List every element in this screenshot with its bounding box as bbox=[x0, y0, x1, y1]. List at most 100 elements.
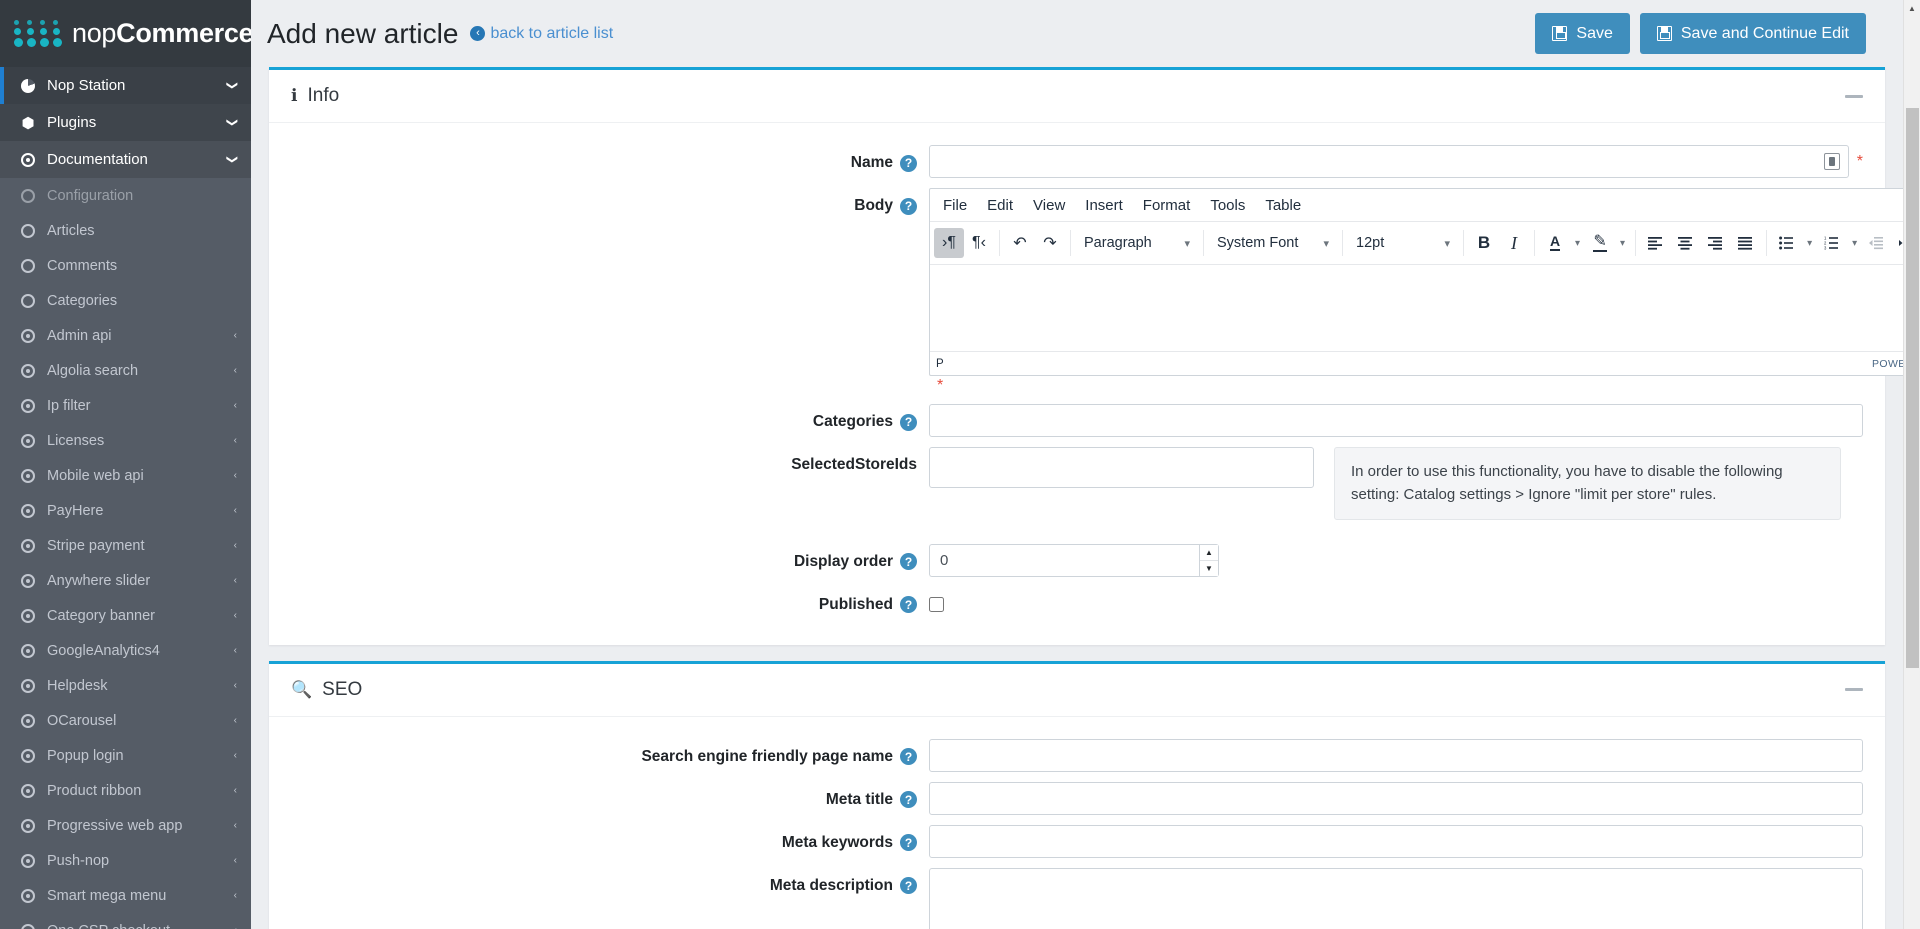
sidebar-item-plugins[interactable]: ⬢ Plugins ❯ bbox=[0, 104, 251, 141]
sidebar-item-admin-api[interactable]: Admin api ‹ bbox=[0, 318, 251, 353]
name-input[interactable] bbox=[929, 145, 1849, 178]
indent-icon[interactable] bbox=[1892, 228, 1903, 258]
text-color-icon[interactable]: A bbox=[1540, 228, 1570, 258]
sidebar-item-nop-station[interactable]: Nop Station ❯ bbox=[0, 67, 251, 104]
help-icon[interactable]: ? bbox=[900, 154, 917, 172]
help-icon[interactable]: ? bbox=[900, 877, 917, 894]
svg-text:3: 3 bbox=[1824, 245, 1827, 250]
sidebar-item-anywhere-slider[interactable]: Anywhere slider ‹ bbox=[0, 563, 251, 598]
sidebar-item-category-banner[interactable]: Category banner ‹ bbox=[0, 598, 251, 633]
bullet-list-icon[interactable] bbox=[1772, 228, 1802, 258]
help-icon[interactable]: ? bbox=[900, 791, 917, 808]
localization-icon[interactable] bbox=[1823, 153, 1840, 170]
published-checkbox[interactable] bbox=[929, 596, 944, 612]
meta-title-input[interactable] bbox=[929, 781, 1863, 815]
editor-toolbar: ›¶ ¶‹ ↶ ↷ Paragraph ▾ System Font ▾ 12pt… bbox=[930, 222, 1903, 265]
help-icon[interactable]: ? bbox=[900, 748, 917, 765]
undo-icon[interactable]: ↶ bbox=[1005, 228, 1035, 258]
selected-store-ids-label: SelectedStoreIds bbox=[269, 447, 929, 474]
sidebar-item-smart-mega-menu[interactable]: Smart mega menu ‹ bbox=[0, 878, 251, 913]
ltr-direction-icon[interactable]: ›¶ bbox=[934, 228, 964, 258]
display-order-label: Display order ? bbox=[269, 544, 929, 571]
sidebar-item-articles[interactable]: Articles bbox=[0, 213, 251, 248]
page-scrollbar[interactable]: ▲ bbox=[1903, 0, 1920, 929]
align-left-icon[interactable] bbox=[1641, 228, 1671, 258]
minimize-icon[interactable] bbox=[1845, 94, 1863, 98]
editor-menu-insert[interactable]: Insert bbox=[1075, 193, 1133, 218]
meta-description-input[interactable] bbox=[929, 867, 1863, 929]
italic-icon[interactable]: I bbox=[1499, 228, 1529, 258]
display-order-row: Display order ? ▲ ▼ bbox=[269, 543, 1885, 577]
sidebar-item-configuration[interactable]: Configuration bbox=[0, 178, 251, 213]
editor-content-area[interactable] bbox=[930, 265, 1903, 351]
bullet-list-chevron-down-icon[interactable]: ▾ bbox=[1802, 238, 1817, 249]
brand-logo[interactable]: nopCommerce bbox=[0, 0, 251, 67]
redo-icon[interactable]: ↷ bbox=[1035, 228, 1065, 258]
align-center-icon[interactable] bbox=[1671, 228, 1701, 258]
sidebar-item-algolia-search[interactable]: Algolia search ‹ bbox=[0, 353, 251, 388]
sidebar-item-helpdesk[interactable]: Helpdesk ‹ bbox=[0, 668, 251, 703]
font-size-select[interactable]: 12pt ▾ bbox=[1348, 228, 1458, 258]
sidebar-item-label: Helpdesk bbox=[47, 677, 108, 694]
editor-menu-format[interactable]: Format bbox=[1133, 193, 1201, 218]
help-icon[interactable]: ? bbox=[900, 553, 917, 570]
sidebar-item-categories[interactable]: Categories bbox=[0, 283, 251, 318]
back-to-article-list-link[interactable]: ‹ back to article list bbox=[470, 25, 613, 43]
save-button[interactable]: Save bbox=[1535, 13, 1630, 54]
slug-input[interactable] bbox=[929, 738, 1863, 772]
categories-input[interactable] bbox=[929, 404, 1863, 437]
sidebar-item-push-nop[interactable]: Push-nop ‹ bbox=[0, 843, 251, 878]
editor-menu-file[interactable]: File bbox=[933, 193, 977, 218]
radio-dot-icon bbox=[18, 713, 38, 728]
minimize-icon[interactable] bbox=[1845, 688, 1863, 691]
align-justify-icon[interactable] bbox=[1731, 228, 1761, 258]
editor-menu-edit[interactable]: Edit bbox=[977, 193, 1023, 218]
bold-icon[interactable]: B bbox=[1469, 228, 1499, 258]
sidebar-item-mobile-web-api[interactable]: Mobile web api ‹ bbox=[0, 458, 251, 493]
sidebar-item-one-csp-checkout[interactable]: One CSP checkout‹ bbox=[0, 913, 251, 929]
display-order-input[interactable] bbox=[929, 543, 1199, 577]
numbered-list-icon[interactable]: 123 bbox=[1817, 228, 1847, 258]
stepper-up-icon[interactable]: ▲ bbox=[1200, 544, 1218, 561]
sidebar-item-product-ribbon[interactable]: Product ribbon ‹ bbox=[0, 773, 251, 808]
sidebar-item-label: Licenses bbox=[47, 432, 105, 449]
text-color-chevron-down-icon[interactable]: ▾ bbox=[1570, 238, 1585, 249]
sidebar-item-ip-filter[interactable]: Ip filter ‹ bbox=[0, 388, 251, 423]
sidebar-item-label: GoogleAnalytics4 bbox=[47, 642, 160, 659]
sidebar-item-progressive-web-app[interactable]: Progressive web app ‹ bbox=[0, 808, 251, 843]
sidebar-item-comments[interactable]: Comments bbox=[0, 248, 251, 283]
font-family-select[interactable]: System Font ▾ bbox=[1209, 228, 1337, 258]
chevron-down-icon: ▾ bbox=[1323, 237, 1329, 250]
save-and-continue-edit-button[interactable]: Save and Continue Edit bbox=[1639, 13, 1866, 54]
sidebar-item-stripe-payment[interactable]: Stripe payment ‹ bbox=[0, 528, 251, 563]
sidebar-item-documentation[interactable]: Documentation ❯ bbox=[0, 141, 251, 178]
editor-menu-table[interactable]: Table bbox=[1255, 193, 1311, 218]
help-icon[interactable]: ? bbox=[900, 197, 917, 215]
help-icon[interactable]: ? bbox=[900, 834, 917, 851]
outdent-icon[interactable] bbox=[1862, 228, 1892, 258]
seo-panel-header[interactable]: 🔍 SEO bbox=[269, 664, 1885, 717]
block-format-select[interactable]: Paragraph ▾ bbox=[1076, 228, 1198, 258]
highlight-color-icon[interactable]: ✎ bbox=[1585, 228, 1615, 258]
align-right-icon[interactable] bbox=[1701, 228, 1731, 258]
editor-menu-view[interactable]: View bbox=[1023, 193, 1075, 218]
editor-element-path[interactable]: P bbox=[936, 358, 944, 370]
radio-dot-icon bbox=[18, 678, 38, 693]
sidebar-item-licenses[interactable]: Licenses ‹ bbox=[0, 423, 251, 458]
rtl-direction-icon[interactable]: ¶‹ bbox=[964, 228, 994, 258]
info-panel-header[interactable]: ℹ Info bbox=[269, 70, 1885, 123]
editor-menu-tools[interactable]: Tools bbox=[1200, 193, 1255, 218]
selected-store-ids-select[interactable] bbox=[929, 447, 1314, 488]
sidebar-item-payhere[interactable]: PayHere ‹ bbox=[0, 493, 251, 528]
stepper-down-icon[interactable]: ▼ bbox=[1200, 560, 1218, 576]
help-icon[interactable]: ? bbox=[900, 413, 917, 431]
scrollbar-thumb[interactable] bbox=[1906, 108, 1919, 668]
sidebar-item-popup-login[interactable]: Popup login ‹ bbox=[0, 738, 251, 773]
meta-keywords-input[interactable] bbox=[929, 824, 1863, 858]
sidebar-item-googleanalytics4[interactable]: GoogleAnalytics4 ‹ bbox=[0, 633, 251, 668]
scroll-up-icon[interactable]: ▲ bbox=[1904, 0, 1920, 17]
help-icon[interactable]: ? bbox=[900, 596, 917, 613]
numbered-list-chevron-down-icon[interactable]: ▾ bbox=[1847, 238, 1862, 249]
highlight-color-chevron-down-icon[interactable]: ▾ bbox=[1615, 238, 1630, 249]
sidebar-item-ocarousel[interactable]: OCarousel ‹ bbox=[0, 703, 251, 738]
